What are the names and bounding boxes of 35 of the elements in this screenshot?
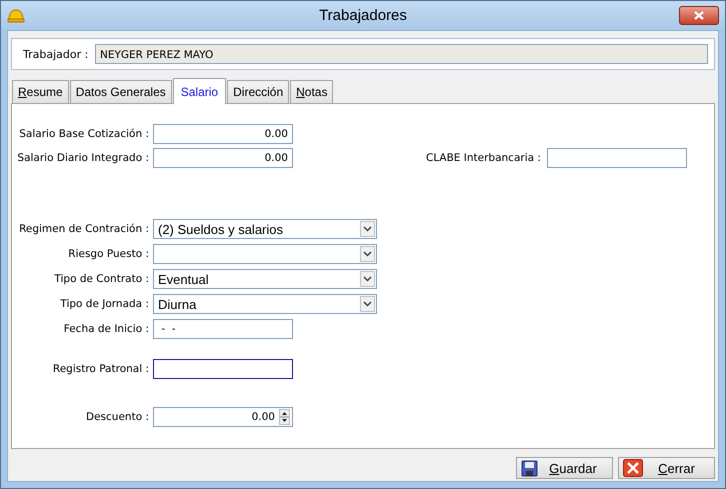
- worker-label: Trabajador :: [23, 48, 90, 60]
- tab[interactable]: Datos Generales: [70, 80, 172, 103]
- field-label: Regimen de Contración :: [18, 223, 150, 235]
- hard-hat-icon: [7, 8, 25, 24]
- dropdown[interactable]: [153, 244, 377, 264]
- input-field[interactable]: [546, 148, 687, 168]
- window-title: Trabajadores: [318, 7, 408, 24]
- close-icon: [623, 459, 643, 477]
- tab[interactable]: Notas: [290, 80, 334, 103]
- spin-arrows-icon: [279, 409, 290, 425]
- tab[interactable]: Resume: [12, 80, 69, 103]
- tab[interactable]: Dirección: [227, 80, 290, 103]
- save-button[interactable]: Guardar: [516, 457, 613, 479]
- field-label: Tipo de Jornada :: [59, 298, 150, 310]
- field-label: Registro Patronal :: [52, 363, 150, 375]
- number-spinner[interactable]: 0.00: [153, 407, 293, 427]
- field-label: Tipo de Contrato :: [53, 273, 150, 285]
- dropdown[interactable]: (2) Sueldos y salarios: [153, 219, 377, 239]
- field-label: Salario Base Cotización :: [18, 128, 150, 140]
- field-label: Salario Diario Integrado :: [16, 152, 150, 164]
- input-field[interactable]: 0.00: [153, 124, 293, 144]
- field-label: Fecha de Inicio :: [62, 323, 150, 335]
- tab[interactable]: Salario: [172, 78, 226, 104]
- field-label: Descuento :: [85, 411, 150, 423]
- close-icon: [694, 11, 704, 20]
- worker-field[interactable]: NEYGER PEREZ MAYO: [95, 44, 708, 64]
- field-label: Riesgo Puesto :: [67, 248, 150, 260]
- field-label: CLABE Interbancaria :: [426, 152, 541, 164]
- close-button[interactable]: Cerrar: [618, 457, 715, 479]
- input-field[interactable]: - -: [153, 319, 293, 339]
- input-field[interactable]: [153, 359, 293, 379]
- input-field[interactable]: 0.00: [153, 148, 293, 168]
- dropdown[interactable]: Diurna: [153, 294, 377, 314]
- close-button[interactable]: [679, 6, 719, 25]
- dropdown[interactable]: Eventual: [153, 269, 377, 289]
